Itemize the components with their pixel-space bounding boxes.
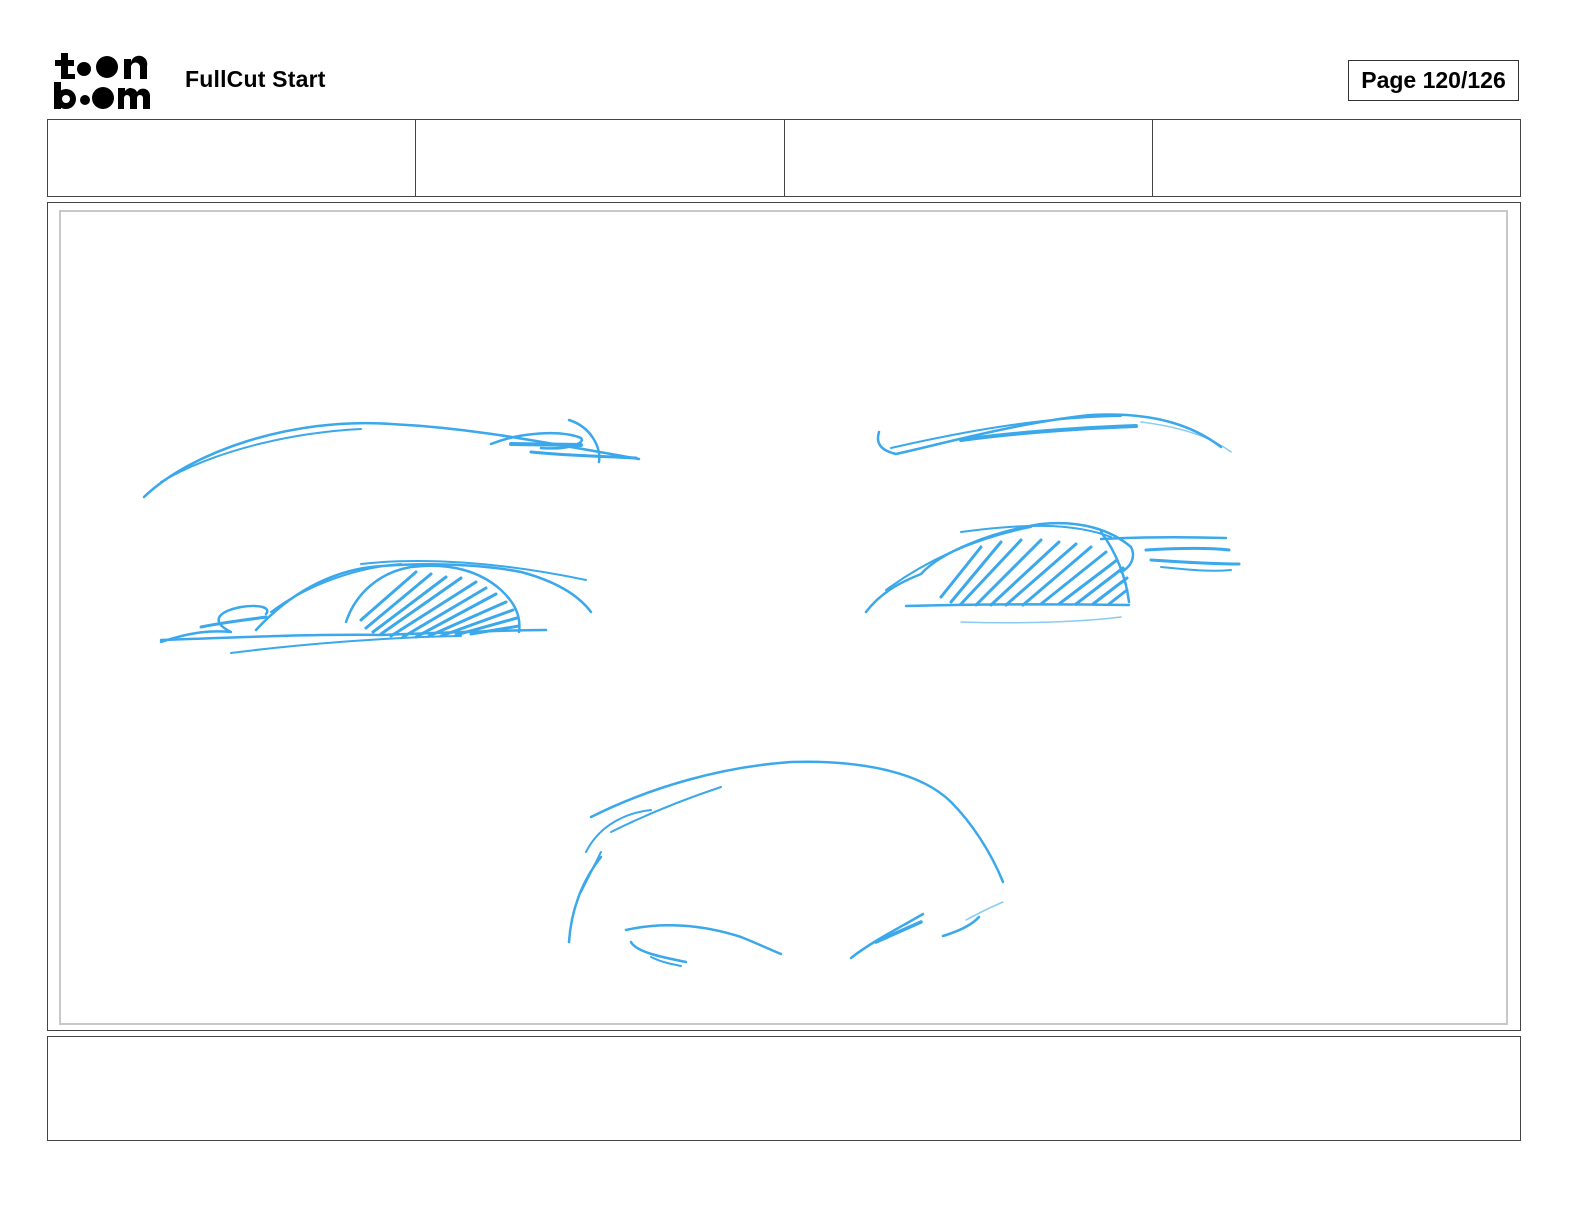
info-cell-1 — [48, 120, 417, 196]
left-eyebrow — [142, 418, 641, 499]
scene-info-row — [47, 119, 1521, 197]
project-title: FullCut Start — [185, 66, 326, 92]
panel-caption-box — [47, 1036, 1521, 1141]
nose — [567, 760, 1005, 967]
info-cell-4 — [1153, 120, 1520, 196]
left-eye — [159, 559, 593, 654]
info-cell-2 — [416, 120, 785, 196]
page-number-badge: Page 120/126 — [1348, 60, 1519, 101]
right-eyebrow — [876, 413, 1232, 456]
toonboom-logo — [54, 53, 151, 109]
face-sketch — [142, 413, 1241, 967]
page-number-label: Page 120/126 — [1361, 67, 1506, 93]
panel-drawing-area — [59, 210, 1508, 1025]
right-eye — [864, 521, 1241, 624]
info-cell-3 — [785, 120, 1153, 196]
storyboard-panel — [47, 202, 1521, 1031]
